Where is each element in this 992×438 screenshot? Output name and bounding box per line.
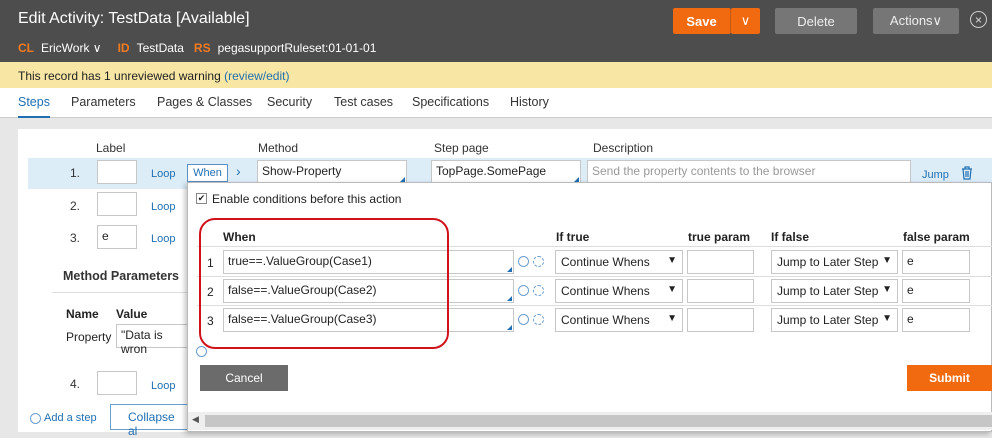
when-button[interactable]: When [187,164,228,182]
review-warning-link[interactable]: (review/edit) [224,69,289,83]
dropdown-arrow-icon: ▼ [667,284,677,295]
warning-text: This record has 1 unreviewed warning [18,69,225,83]
close-icon[interactable]: × [970,11,987,28]
loop-link[interactable]: Loop [151,380,175,392]
tab-test-cases[interactable]: Test cases [334,95,393,109]
tab-bar: Steps Parameters Pages & Classes Securit… [0,88,992,118]
jump-link[interactable]: Jump [922,169,949,181]
gear-icon[interactable] [533,256,544,267]
step-label-input[interactable] [97,192,137,216]
tab-steps[interactable]: Steps [18,95,50,118]
if-true-value: Continue Whens [561,313,650,327]
ruleset-version: pegasupportRuleset:01-01-01 [217,41,377,55]
highlight-annotation [199,218,449,349]
param-name-header: Name [66,307,99,321]
if-true-select[interactable]: Continue Whens ▼ [555,250,683,274]
id-tag: ID [117,41,130,55]
tab-pages-classes[interactable]: Pages & Classes [157,95,252,109]
true-param-input[interactable] [687,279,754,303]
rule-meta: CL EricWork ∨ ID TestData RS pegasupport… [18,41,376,55]
tab-security[interactable]: Security [267,95,312,109]
false-param-input[interactable]: e [902,279,970,303]
step-number: 2. [70,199,81,213]
loop-link[interactable]: Loop [151,233,175,245]
dropdown-arrow-icon: ▼ [882,284,892,295]
dropdown-arrow-icon: ▼ [667,313,677,324]
false-param-input[interactable]: e [902,308,970,332]
step-number: 4. [70,377,81,391]
if-true-column-header: If true [556,230,590,244]
page-title: Edit Activity: TestData [Available] [18,10,250,27]
step-number: 1. [70,166,81,180]
gear-icon[interactable] [533,285,544,296]
if-false-column-header: If false [771,230,810,244]
tab-history[interactable]: History [510,95,549,109]
method-input[interactable]: Show-Property [257,160,407,184]
class-selector[interactable]: EricWork ∨ [41,41,102,55]
param-value-header: Value [116,307,148,321]
tab-parameters[interactable]: Parameters [71,95,136,109]
if-false-value: Jump to Later Step [777,313,879,327]
enable-conditions-label: Enable conditions before this action [212,192,402,206]
step-page-input[interactable]: TopPage.SomePage [431,160,581,184]
if-false-select[interactable]: Jump to Later Step ▼ [771,308,898,332]
method-parameters-title: Method Parameters [63,269,180,283]
save-menu-chevron-icon[interactable]: ∨ [731,8,760,34]
scroll-left-icon[interactable]: ◀ [192,414,199,425]
save-button[interactable]: Save [673,8,731,34]
if-true-select[interactable]: Continue Whens ▼ [555,279,683,303]
collapse-all-button[interactable]: Collapse al [110,404,188,438]
if-true-value: Continue Whens [561,255,650,269]
if-false-value: Jump to Later Step [777,255,879,269]
if-true-select[interactable]: Continue Whens ▼ [555,308,683,332]
add-condition-row-icon[interactable] [196,346,207,357]
cancel-button[interactable]: Cancel [200,365,288,391]
description-input[interactable]: Send the property contents to the browse… [587,160,911,184]
if-true-value: Continue Whens [561,284,650,298]
add-condition-icon[interactable] [518,285,529,296]
true-param-column-header: true param [688,230,751,244]
rs-tag: RS [193,41,211,55]
dropdown-arrow-icon: ▼ [667,255,677,266]
divider [52,292,188,293]
if-false-select[interactable]: Jump to Later Step ▼ [771,279,898,303]
tab-specifications[interactable]: Specifications [412,95,489,109]
if-false-value: Jump to Later Step [777,284,879,298]
true-param-input[interactable] [687,250,754,274]
loop-link[interactable]: Loop [151,168,175,180]
step-number: 3. [70,231,81,245]
scrollbar-thumb[interactable] [205,415,992,427]
description-column-header: Description [593,141,654,155]
loop-link[interactable]: Loop [151,201,175,213]
dropdown-arrow-icon: ▼ [882,313,892,324]
rule-id: TestData [136,41,184,55]
false-param-input[interactable]: e [902,250,970,274]
false-param-column-header: false param [903,230,970,244]
step-label-input[interactable] [97,371,137,395]
dropdown-arrow-icon: ▼ [882,255,892,266]
step-label-input[interactable]: e [97,225,137,249]
step-label-input[interactable] [97,160,137,184]
label-column-header: Label [96,141,126,155]
if-false-select[interactable]: Jump to Later Step ▼ [771,250,898,274]
param-name: Property [66,330,112,344]
method-column-header: Method [258,141,299,155]
add-icon[interactable] [30,413,41,424]
gear-icon[interactable] [533,314,544,325]
delete-button[interactable]: Delete [775,8,857,34]
step-page-column-header: Step page [434,141,489,155]
submit-button[interactable]: Submit [907,365,992,391]
enable-conditions-checkbox[interactable]: ✔ [196,193,207,204]
add-step-link[interactable]: Add a step [44,412,97,424]
param-value-input[interactable]: "Data is wron [116,324,188,356]
add-condition-icon[interactable] [518,256,529,267]
true-param-input[interactable] [687,308,754,332]
cl-tag: CL [18,41,34,55]
warning-banner: This record has 1 unreviewed warning (re… [0,62,992,88]
add-condition-icon[interactable] [518,314,529,325]
actions-menu-button[interactable]: Actions∨ [873,8,959,34]
trash-icon[interactable] [961,166,973,180]
chevron-right-icon[interactable]: › [236,163,241,179]
